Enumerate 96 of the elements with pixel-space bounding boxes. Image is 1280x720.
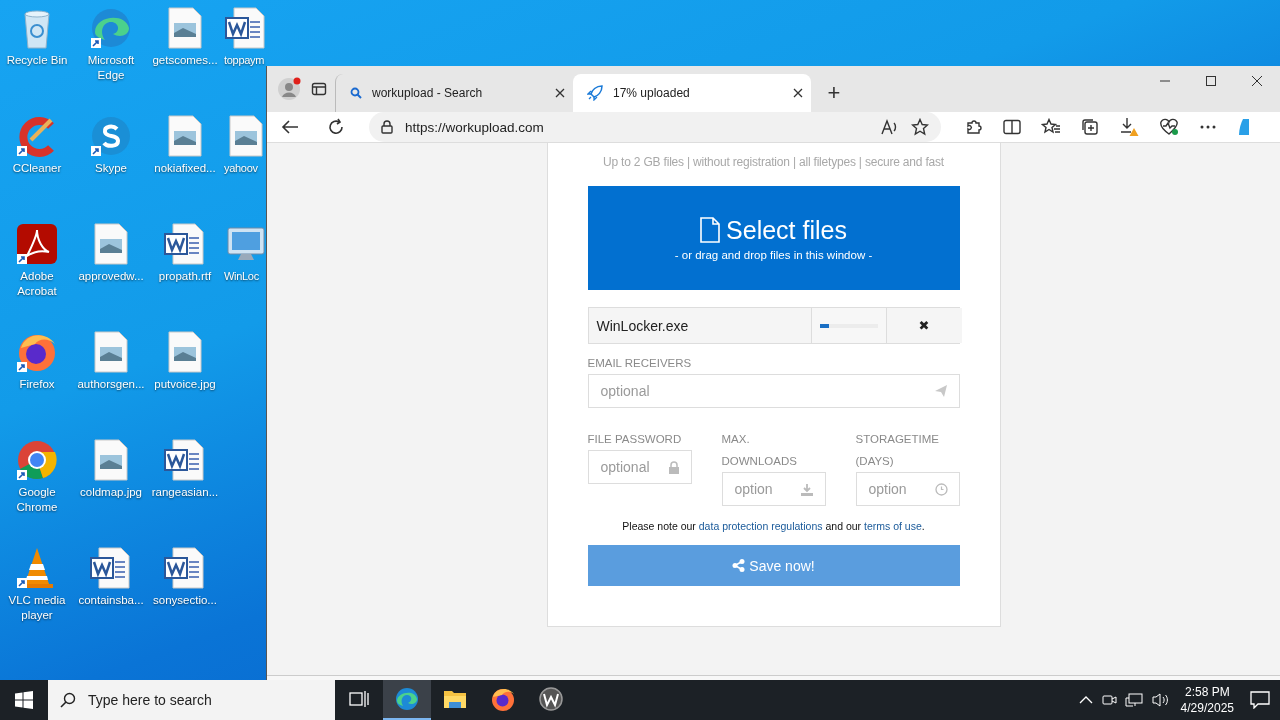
firefox-icon xyxy=(490,686,516,712)
email-field[interactable]: optional xyxy=(587,374,960,408)
desktop-icon-label[interactable]: Adobe Acrobat xyxy=(1,269,73,299)
share-icon xyxy=(732,559,746,572)
file-name: WinLocker.exe xyxy=(588,308,812,343)
desktop-icon-label[interactable]: propath.rtf xyxy=(158,269,212,284)
search-icon xyxy=(60,692,76,708)
download-icon xyxy=(799,482,814,496)
desktop-icon-label[interactable]: rangeasian... xyxy=(151,485,219,500)
word-icon[interactable] xyxy=(163,546,207,590)
desktop-icon-label[interactable]: containsba... xyxy=(78,593,144,608)
field-label: FILE PASSWORD xyxy=(587,432,683,447)
edge-icon[interactable] xyxy=(89,6,133,50)
option-field[interactable]: optional xyxy=(587,450,692,484)
puzzle-icon[interactable] xyxy=(965,118,983,136)
desktop-icon-label[interactable]: CCleaner xyxy=(12,161,62,176)
file-icon xyxy=(700,217,721,243)
desktop-icon-label[interactable]: WinLoc xyxy=(224,269,259,284)
chrome-icon[interactable] xyxy=(15,438,59,482)
desktop-icon-label[interactable]: putvoice.jpg xyxy=(154,377,216,392)
field-label: MAX. DOWNLOADS xyxy=(721,432,798,469)
desktop-icon-label[interactable]: getscomes... xyxy=(152,53,218,68)
tagline: Up to 2 GB files | without registration | all filetypes | secure and fast xyxy=(602,155,945,169)
w-logo-icon xyxy=(538,686,564,712)
profile-avatar-icon[interactable] xyxy=(277,77,301,101)
close-icon[interactable] xyxy=(555,88,565,98)
camera-icon[interactable] xyxy=(1100,692,1117,708)
chevron-up-icon[interactable] xyxy=(1078,695,1093,705)
send-icon xyxy=(933,384,948,398)
network-icon[interactable] xyxy=(1124,692,1143,708)
desktop-icon-label[interactable]: Recycle Bin xyxy=(6,53,68,68)
desktop-icon-label[interactable]: sonysectio... xyxy=(153,593,217,608)
close-icon[interactable] xyxy=(1252,76,1262,86)
back-icon[interactable] xyxy=(281,119,299,135)
word-icon[interactable] xyxy=(89,546,133,590)
desktop-icon-label[interactable]: Microsoft Edge xyxy=(75,53,147,83)
select-files-area[interactable]: Select files - or drag and drop files in this window - xyxy=(587,186,960,290)
acrobat-icon[interactable] xyxy=(15,222,59,266)
skype-icon[interactable] xyxy=(89,114,133,158)
maximize-icon[interactable] xyxy=(1206,76,1216,86)
desktop-icon-label[interactable]: authorsgen... xyxy=(77,377,145,392)
star-icon[interactable] xyxy=(911,118,929,136)
terms-link[interactable]: terms of use xyxy=(864,520,922,532)
notification-icon[interactable] xyxy=(1250,691,1270,709)
clock-time[interactable]: 2:58 PM xyxy=(1184,684,1230,700)
browser-tab[interactable]: 17% uploaded xyxy=(573,74,811,112)
favorites-icon[interactable] xyxy=(1041,118,1061,136)
close-icon[interactable] xyxy=(793,88,803,98)
tab-title: 17% uploaded xyxy=(613,86,691,100)
windows-start-icon[interactable] xyxy=(15,691,33,709)
folder-icon xyxy=(443,688,467,710)
rocket-icon xyxy=(587,85,603,101)
desktop-icon-label[interactable]: Skype xyxy=(95,161,127,176)
field-label: STORAGETIME (DAYS) xyxy=(855,432,940,469)
edge-icon xyxy=(394,686,420,712)
drag-drop-hint: - or drag and drop files in this window - xyxy=(674,248,873,261)
desktop-icon-label[interactable]: Google Chrome xyxy=(1,485,73,515)
read-aloud-icon[interactable] xyxy=(881,119,899,135)
more-icon[interactable] xyxy=(1199,124,1217,130)
url-text: https://workupload.com xyxy=(405,119,545,135)
lock-icon xyxy=(667,460,680,474)
collections-icon[interactable] xyxy=(1081,118,1099,136)
refresh-icon[interactable] xyxy=(327,118,345,136)
desktop-icon-label[interactable]: Firefox xyxy=(19,377,55,392)
desktop-icon-label[interactable]: yahoov xyxy=(224,161,258,176)
address-bar[interactable]: https://workupload.com xyxy=(369,112,941,142)
speaker-icon[interactable] xyxy=(1150,692,1169,708)
select-files-title: Select files xyxy=(726,215,847,245)
desktop-icon-label[interactable]: coldmap.jpg xyxy=(80,485,142,500)
word-icon[interactable] xyxy=(163,438,207,482)
desktop-icon-label[interactable]: toppaym xyxy=(224,53,265,68)
desktop-icon-label[interactable]: approvedw... xyxy=(78,269,144,284)
download-warning-icon[interactable] xyxy=(1119,117,1139,137)
tab-title: workupload - Search xyxy=(372,86,484,100)
new-tab-button[interactable]: + xyxy=(817,74,851,112)
clock-date[interactable]: 4/29/2025 xyxy=(1180,700,1234,716)
word-icon[interactable] xyxy=(163,222,207,266)
privacy-link[interactable]: data protection regulations xyxy=(698,520,823,532)
option-field[interactable]: option xyxy=(721,472,826,506)
task-view-icon[interactable] xyxy=(349,690,369,708)
search-icon xyxy=(350,87,362,99)
save-button[interactable]: Save now! xyxy=(587,545,960,586)
tab-actions-icon[interactable] xyxy=(311,81,327,97)
search-placeholder: Type here to search xyxy=(88,692,212,708)
option-field[interactable]: option xyxy=(855,472,960,506)
clock-icon xyxy=(934,482,948,496)
split-screen-icon[interactable] xyxy=(1003,119,1021,135)
legal-note: Please note our data protection regulations and our terms of use. xyxy=(621,520,926,532)
lock-icon xyxy=(381,120,393,134)
field-label: EMAIL RECEIVERS xyxy=(587,356,693,371)
heartbeat-icon[interactable] xyxy=(1159,118,1179,136)
word-icon[interactable] xyxy=(224,6,268,50)
cancel-upload-button[interactable]: ✖ xyxy=(886,308,962,343)
desktop-icon-label[interactable]: VLC media player xyxy=(1,593,73,623)
taskbar-search-field[interactable]: Type here to search xyxy=(48,680,335,720)
desktop-icon-label[interactable]: nokiafixed... xyxy=(154,161,216,176)
